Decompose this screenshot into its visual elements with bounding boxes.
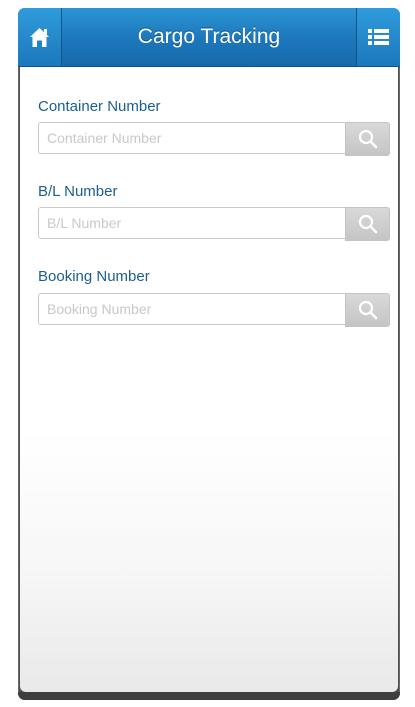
- bl-number-search-button[interactable]: [345, 207, 390, 241]
- bl-number-input[interactable]: [38, 207, 345, 239]
- search-icon: [358, 129, 377, 149]
- app-header: Cargo Tracking: [18, 8, 400, 67]
- search-icon: [358, 300, 377, 320]
- menu-button[interactable]: [356, 8, 400, 66]
- tracking-form: Container Number B/L Number Booking Numb…: [20, 67, 398, 692]
- bl-number-search-row: [38, 207, 390, 241]
- container-number-search-row: [38, 122, 390, 156]
- home-button[interactable]: [18, 8, 62, 66]
- page-title: Cargo Tracking: [137, 25, 281, 48]
- list-menu-icon: [368, 29, 389, 45]
- container-number-label: Container Number: [38, 98, 161, 115]
- search-icon: [358, 214, 377, 234]
- booking-number-search-button[interactable]: [345, 293, 390, 327]
- home-icon: [30, 28, 49, 47]
- bl-number-label: B/L Number: [38, 183, 118, 200]
- mobile-app-frame: Cargo Tracking Container Number B: [18, 8, 400, 700]
- booking-number-input[interactable]: [38, 293, 345, 325]
- booking-number-label: Booking Number: [38, 268, 150, 285]
- bottom-frame-strip: [18, 692, 400, 700]
- booking-number-search-row: [38, 293, 390, 327]
- container-number-search-button[interactable]: [345, 122, 390, 156]
- container-number-input[interactable]: [38, 122, 345, 154]
